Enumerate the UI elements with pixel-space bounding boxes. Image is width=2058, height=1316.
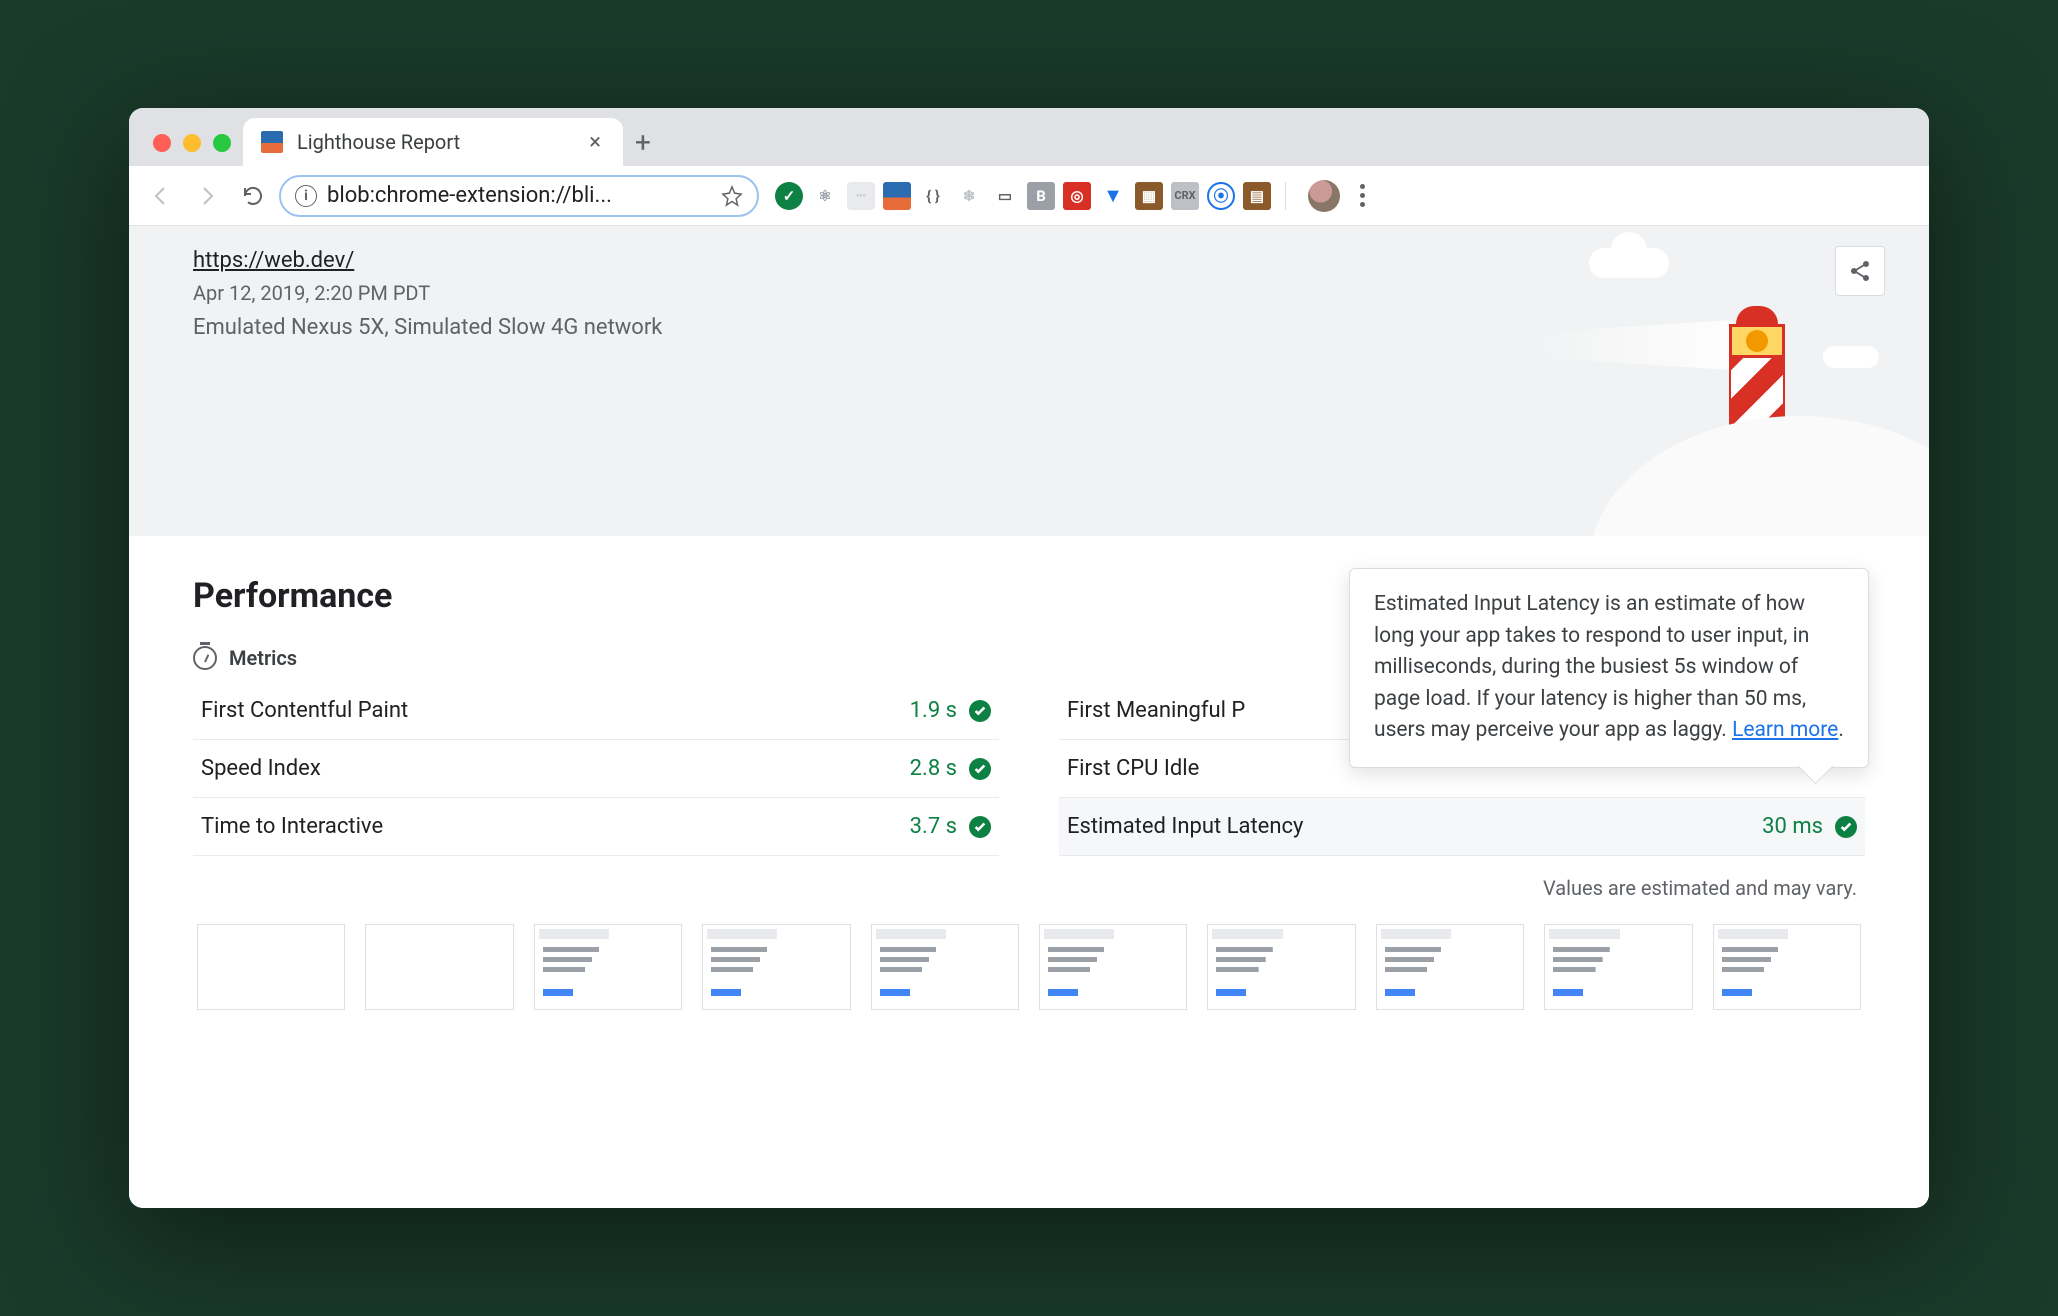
extension-icon[interactable]: ⦿	[1207, 182, 1235, 210]
metric-name: Estimated Input Latency	[1067, 814, 1762, 839]
arrow-left-icon	[149, 184, 173, 208]
stopwatch-icon	[193, 646, 217, 670]
extension-icon[interactable]: CRX	[1171, 182, 1199, 210]
metric-row[interactable]: Speed Index 2.8 s	[193, 740, 999, 798]
metric-value: 30 ms	[1762, 814, 1823, 839]
chrome-menu-button[interactable]	[1348, 176, 1377, 215]
extension-icon[interactable]: ❄	[955, 182, 983, 210]
pass-check-icon	[1835, 816, 1857, 838]
forward-button[interactable]	[187, 176, 227, 216]
cloud-decoration-icon	[1823, 346, 1879, 368]
toolbar: i blob:chrome-extension://bli... ✓ ⚛ ◦◦◦…	[129, 166, 1929, 226]
metric-name: Time to Interactive	[201, 814, 910, 839]
extension-icon[interactable]: ✓	[775, 182, 803, 210]
learn-more-link[interactable]: Learn more	[1732, 718, 1838, 742]
filmstrip-frame[interactable]	[702, 924, 850, 1010]
metric-tooltip: Estimated Input Latency is an estimate o…	[1349, 568, 1869, 768]
report-header: https://web.dev/ Apr 12, 2019, 2:20 PM P…	[129, 226, 1929, 536]
cloud-decoration-icon	[1589, 248, 1669, 278]
reload-button[interactable]	[233, 176, 273, 216]
extension-icon[interactable]: ⚛	[811, 182, 839, 210]
site-info-icon[interactable]: i	[295, 185, 317, 207]
url-text: blob:chrome-extension://bli...	[327, 183, 711, 208]
browser-tab[interactable]: Lighthouse Report ×	[243, 118, 623, 166]
extension-icon[interactable]: ◎	[1063, 182, 1091, 210]
estimate-note: Values are estimated and may vary.	[193, 876, 1857, 900]
maximize-window-button[interactable]	[213, 134, 231, 152]
lighthouse-favicon-icon	[261, 131, 283, 153]
extension-icon[interactable]: ▦	[1135, 182, 1163, 210]
metric-row[interactable]: Time to Interactive 3.7 s	[193, 798, 999, 856]
filmstrip-frame[interactable]	[1376, 924, 1524, 1010]
share-button[interactable]	[1835, 246, 1885, 296]
close-window-button[interactable]	[153, 134, 171, 152]
close-tab-button[interactable]: ×	[585, 126, 605, 159]
filmstrip-frame[interactable]	[1039, 924, 1187, 1010]
bookmark-star-icon[interactable]	[721, 185, 743, 207]
metric-value: 2.8 s	[910, 756, 957, 781]
tab-bar: Lighthouse Report × +	[129, 108, 1929, 166]
filmstrip-frame[interactable]	[1544, 924, 1692, 1010]
minimize-window-button[interactable]	[183, 134, 201, 152]
filmstrip-frame[interactable]	[534, 924, 682, 1010]
performance-section: Performance Estimated Input Latency is a…	[129, 536, 1929, 1010]
extension-icon[interactable]: ◦◦◦	[847, 182, 875, 210]
new-tab-button[interactable]: +	[623, 122, 663, 162]
profile-avatar[interactable]	[1308, 180, 1340, 212]
page-content: https://web.dev/ Apr 12, 2019, 2:20 PM P…	[129, 226, 1929, 1208]
filmstrip-frame[interactable]	[871, 924, 1019, 1010]
filmstrip-frame[interactable]	[1207, 924, 1355, 1010]
address-bar[interactable]: i blob:chrome-extension://bli...	[279, 175, 759, 217]
reload-icon	[241, 184, 265, 208]
browser-window: Lighthouse Report × + i blob:chrome-exte…	[129, 108, 1929, 1208]
metric-name: First Contentful Paint	[201, 698, 910, 723]
share-icon	[1848, 259, 1872, 283]
extension-icon[interactable]: ▤	[1243, 182, 1271, 210]
extension-icon[interactable]: { }	[919, 182, 947, 210]
window-controls	[143, 134, 243, 166]
metric-row[interactable]: First Contentful Paint 1.9 s	[193, 682, 999, 740]
divider	[1285, 182, 1286, 210]
pass-check-icon	[969, 700, 991, 722]
extensions-row: ✓ ⚛ ◦◦◦ { } ❄ ▭ B ◎ ▼ ▦ CRX ⦿ ▤	[775, 176, 1917, 215]
metric-row-estimated-input-latency[interactable]: Estimated Input Latency 30 ms	[1059, 798, 1865, 856]
pass-check-icon	[969, 816, 991, 838]
filmstrip-frame[interactable]	[197, 924, 345, 1010]
tab-title: Lighthouse Report	[297, 130, 571, 154]
back-button[interactable]	[141, 176, 181, 216]
arrow-right-icon	[195, 184, 219, 208]
extension-icon[interactable]: ▭	[991, 182, 1019, 210]
lighthouse-extension-icon[interactable]	[883, 182, 911, 210]
extension-icon[interactable]: B	[1027, 182, 1055, 210]
metric-value: 3.7 s	[910, 814, 957, 839]
filmstrip-frame[interactable]	[1713, 924, 1861, 1010]
extension-icon[interactable]: ▼	[1099, 182, 1127, 210]
pass-check-icon	[969, 758, 991, 780]
report-url-link[interactable]: https://web.dev/	[193, 248, 354, 273]
metric-value: 1.9 s	[910, 698, 957, 723]
report-date: Apr 12, 2019, 2:20 PM PDT	[193, 281, 1865, 305]
metrics-label: Metrics	[229, 646, 297, 670]
filmstrip-frame[interactable]	[365, 924, 513, 1010]
metric-name: Speed Index	[201, 756, 910, 781]
filmstrip	[193, 924, 1865, 1010]
hill-decoration	[1589, 416, 1929, 536]
